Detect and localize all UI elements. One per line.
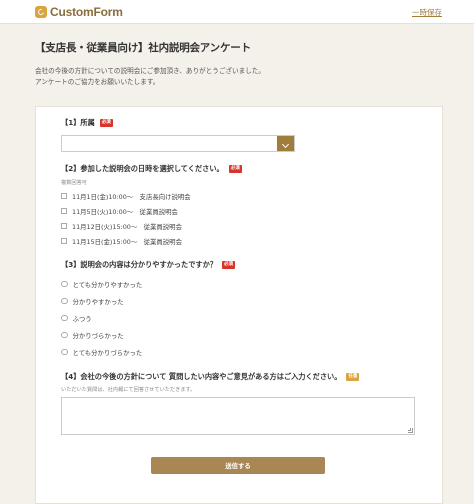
rating-option-label: 分かりづらかった [72,331,124,340]
brand-logo[interactable]: CustomForm [35,5,123,19]
q2-label-text: 【2】参加した説明会の日時を選択してください。 [61,164,224,173]
required-badge: 必須 [99,119,113,127]
submit-button[interactable]: 送信する [151,457,325,474]
radio-button[interactable] [61,331,68,339]
rating-option-label: とても分かりやすかった [72,280,143,289]
intro-line-2: アンケートのご協力をお願いいたします。 [35,77,160,86]
radio-button[interactable] [61,348,68,356]
customform-logo-icon [35,6,47,18]
rating-option-label: 分かりやすかった [72,297,124,306]
q3-label: 【3】説明会の内容は分かりやすかったですか？ 必須 [61,260,235,270]
intro-line-1: 会社の今後の方針についての説明会にご参加頂き、ありがとうございました。 [35,67,265,75]
radio-button[interactable] [61,297,68,305]
session-option[interactable]: 11月15日(金)15:00～ 従業員説明会 [61,236,182,246]
checkbox[interactable] [61,238,67,244]
temp-save-link[interactable]: 一時保存 [412,7,442,18]
q1-label-text: 【1】所属 [61,118,95,127]
q2-label: 【2】参加した説明会の日時を選択してください。 必須 [61,164,242,174]
checkbox[interactable] [61,193,67,199]
resize-handle-icon[interactable] [408,428,413,433]
session-option[interactable]: 11月5日(火)10:00～ 従業員説明会 [61,206,178,216]
session-option[interactable]: 11月12日(火)15:00～ 従業員説明会 [61,221,182,231]
chevron-down-icon[interactable] [277,136,294,151]
form-card: 【1】所属 必須 【2】参加した説明会の日時を選択してください。 必須 複数回答… [35,106,443,504]
session-option-label: 11月12日(火)15:00～ 従業員説明会 [72,222,182,231]
page-title: 【支店長・従業員向け】社内説明会アンケート [35,42,251,54]
required-badge: 必須 [228,165,242,173]
q2-hint: 複数回答可 [61,180,87,186]
affiliation-select[interactable] [61,135,295,152]
q3-label-text: 【3】説明会の内容は分かりやすかったですか？ [61,260,217,269]
radio-button[interactable] [61,280,68,288]
comment-textarea[interactable] [61,397,415,435]
brand-name: CustomForm [50,5,123,19]
q1-label: 【1】所属 必須 [61,118,113,128]
checkbox[interactable] [61,223,67,229]
required-badge: 必須 [221,261,235,269]
rating-option[interactable]: 分かりづらかった [61,330,124,340]
radio-button[interactable] [61,314,68,322]
q4-hint: いただいた質問は、社内報にて回答させていただきます。 [61,387,196,393]
rating-option[interactable]: 分かりやすかった [61,296,124,306]
rating-option[interactable]: ふつう [61,313,92,323]
q4-label-text: 【4】会社の今後の方針について 質問したい内容やご意見がある方はご入力ください。 [61,372,342,381]
app-header: CustomForm 一時保存 [0,0,474,24]
session-option-label: 11月5日(火)10:00～ 従業員説明会 [72,207,178,216]
intro-text: 会社の今後の方針についての説明会にご参加頂き、ありがとうございました。 アンケー… [35,66,435,87]
rating-option-label: とても分かりづらかった [72,348,143,357]
rating-option[interactable]: とても分かりやすかった [61,279,142,289]
session-option[interactable]: 11月1日(金)10:00～ 支店長向け説明会 [61,191,191,201]
session-option-label: 11月1日(金)10:00～ 支店長向け説明会 [72,192,191,201]
session-option-label: 11月15日(金)15:00～ 従業員説明会 [72,237,182,246]
rating-option-label: ふつう [72,314,92,323]
checkbox[interactable] [61,208,67,214]
optional-badge: 任意 [346,373,360,381]
rating-option[interactable]: とても分かりづらかった [61,347,142,357]
q4-label: 【4】会社の今後の方針について 質問したい内容やご意見がある方はご入力ください。… [61,372,360,382]
